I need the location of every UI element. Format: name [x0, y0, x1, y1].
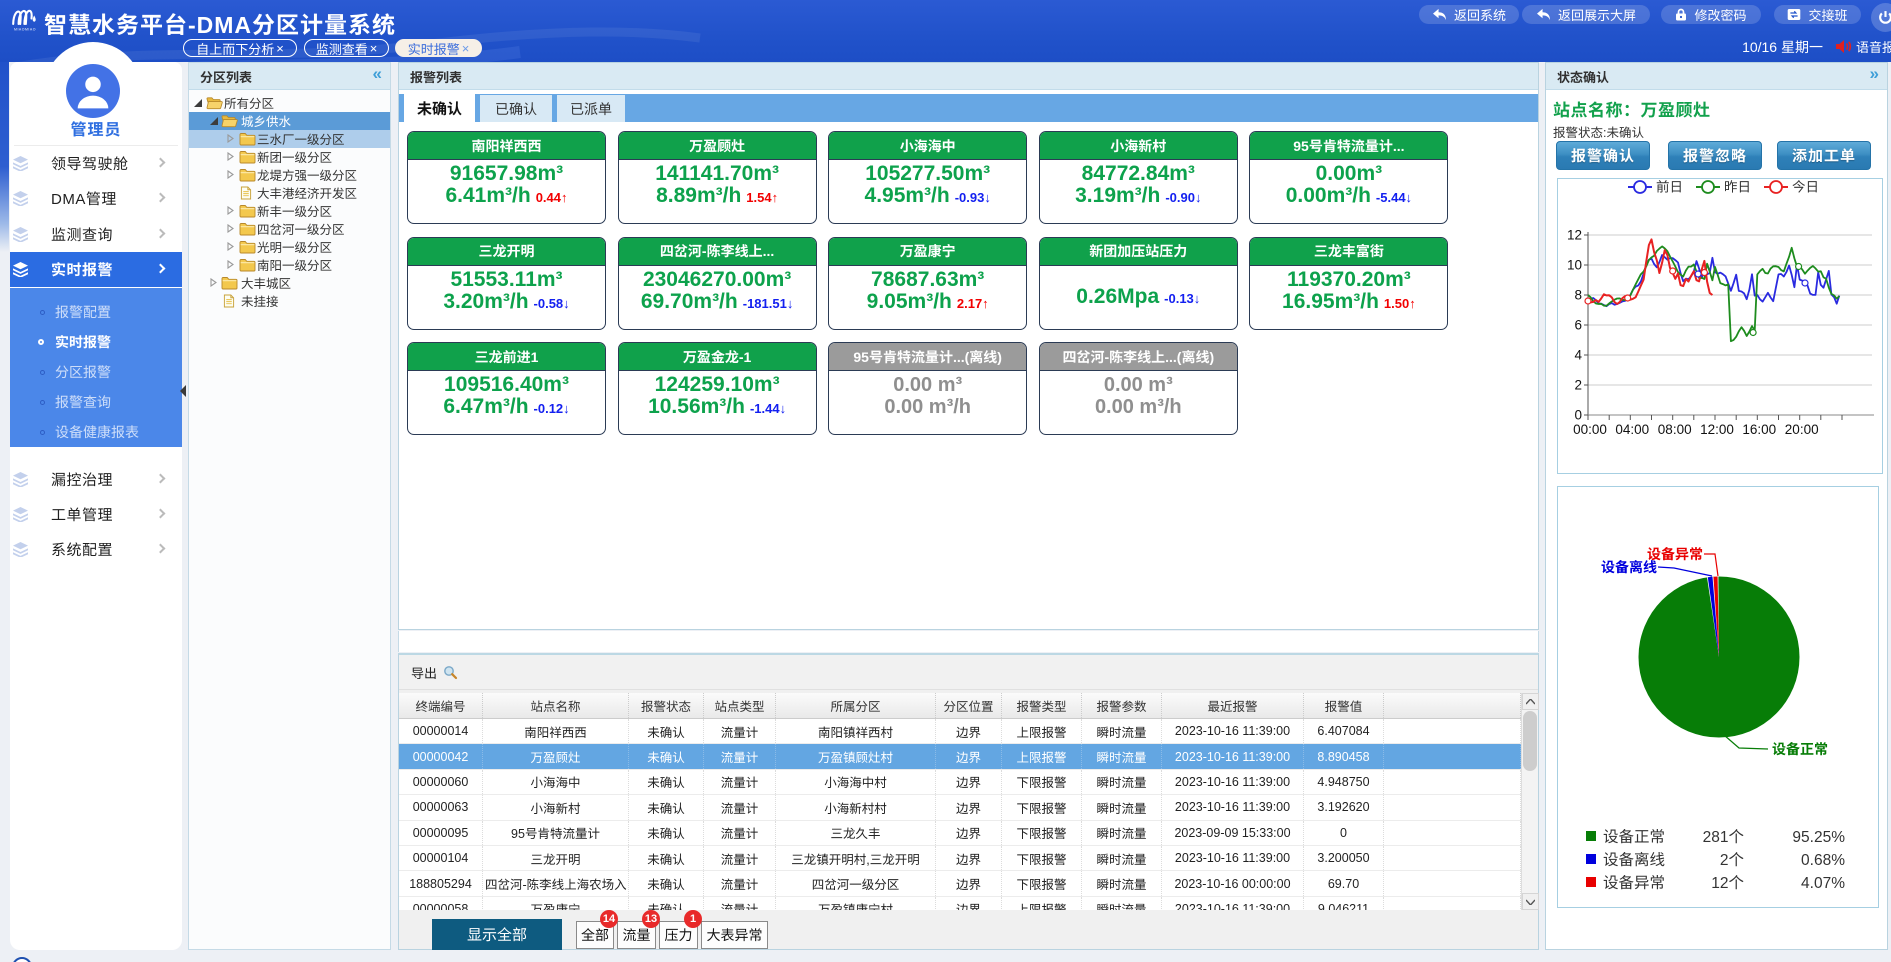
svg-text:04:00: 04:00: [1615, 422, 1649, 437]
svg-text:281个: 281个: [1703, 828, 1745, 846]
svg-text:08:00: 08:00: [1658, 422, 1692, 437]
svg-text:设备离线: 设备离线: [1601, 559, 1657, 575]
svg-text:95.25%: 95.25%: [1792, 829, 1845, 846]
svg-text:6: 6: [1574, 318, 1582, 333]
svg-text:今日: 今日: [1792, 180, 1819, 195]
svg-text:设备异常: 设备异常: [1603, 874, 1665, 892]
svg-text:2个: 2个: [1720, 851, 1745, 869]
svg-text:前日: 前日: [1656, 180, 1683, 195]
svg-text:8: 8: [1574, 288, 1582, 303]
svg-text:20:00: 20:00: [1785, 422, 1819, 437]
svg-text:2: 2: [1574, 378, 1582, 393]
svg-text:昨日: 昨日: [1724, 180, 1751, 195]
svg-text:12:00: 12:00: [1700, 422, 1734, 437]
svg-text:4.07%: 4.07%: [1801, 875, 1845, 892]
svg-text:设备正常: 设备正常: [1772, 741, 1828, 757]
svg-text:12个: 12个: [1711, 874, 1744, 892]
svg-text:0.68%: 0.68%: [1801, 852, 1845, 869]
svg-text:MIAOMIAO: MIAOMIAO: [14, 28, 36, 32]
svg-text:设备正常: 设备正常: [1603, 828, 1665, 846]
svg-text:12: 12: [1567, 228, 1582, 243]
svg-text:0: 0: [1574, 408, 1582, 423]
svg-text:10: 10: [1567, 258, 1582, 273]
svg-text:设备离线: 设备离线: [1603, 851, 1665, 869]
svg-text:4: 4: [1574, 348, 1582, 363]
svg-text:00:00: 00:00: [1573, 422, 1607, 437]
svg-text:16:00: 16:00: [1742, 422, 1776, 437]
